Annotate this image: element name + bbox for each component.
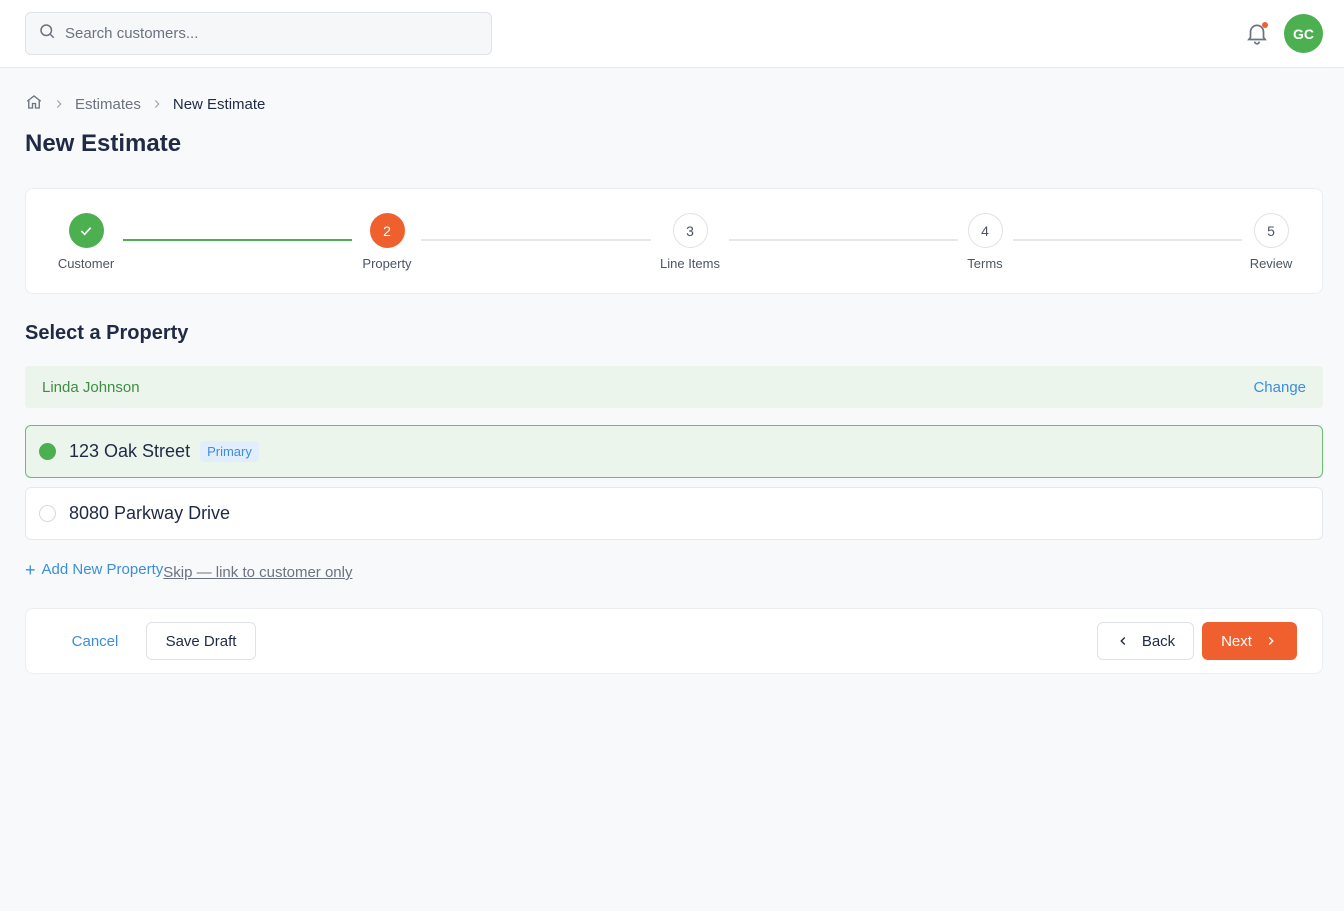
back-button[interactable]: Back [1097, 622, 1194, 660]
step-review[interactable]: 5 Review [1221, 213, 1321, 271]
page-title: New Estimate [25, 130, 182, 157]
chevron-right-icon [154, 100, 160, 108]
cancel-button[interactable]: Cancel [58, 622, 132, 660]
step-property[interactable]: 2 Property [337, 213, 437, 271]
step-terms[interactable]: 4 Terms [935, 213, 1035, 271]
step-number: 2 [369, 213, 405, 248]
radio-selected[interactable] [39, 443, 56, 460]
step-number: 3 [672, 213, 708, 248]
search-input[interactable] [65, 25, 465, 42]
next-label: Next [1221, 632, 1252, 650]
step-connector-2 [421, 239, 651, 241]
chevron-right-icon [1268, 637, 1274, 645]
plus-icon: + [25, 559, 36, 580]
step-connector-4 [1013, 239, 1242, 241]
top-bar: GC [0, 0, 1344, 68]
skip-link[interactable]: Skip — link to customer only [163, 564, 352, 581]
notification-bell-icon[interactable] [1244, 20, 1270, 46]
add-property-label: Add New Property [41, 561, 164, 578]
stepper: Customer 2 Property 3 Line Items 4 Terms… [25, 188, 1323, 294]
step-label: Customer [57, 256, 115, 271]
chevron-right-icon [56, 100, 62, 108]
step-customer[interactable]: Customer [36, 213, 136, 271]
step-number: 4 [967, 213, 1003, 248]
customer-name: Linda Johnson [42, 378, 140, 396]
property-actions: + Add New Property Skip — link to custom… [25, 558, 353, 582]
breadcrumb-estimates[interactable]: Estimates [75, 96, 141, 113]
step-connector-1 [123, 239, 352, 241]
breadcrumb-current: New Estimate [172, 95, 266, 113]
section-title: Select a Property [25, 322, 189, 344]
primary-badge: Primary [200, 441, 259, 462]
footer-actions: Cancel Save Draft Back Next [25, 608, 1323, 674]
step-connector-3 [729, 239, 958, 241]
next-button[interactable]: Next [1202, 622, 1297, 660]
selected-customer-bar: Linda Johnson Change [25, 366, 1323, 408]
save-draft-button[interactable]: Save Draft [146, 622, 256, 660]
add-new-property-button[interactable]: + Add New Property [25, 561, 163, 579]
avatar[interactable]: GC [1284, 14, 1323, 53]
change-customer-link[interactable]: Change [1253, 379, 1306, 396]
search-icon [38, 22, 56, 45]
property-option-1[interactable]: 123 Oak Street Primary [25, 425, 1323, 478]
property-address: 123 Oak Street [69, 441, 191, 461]
step-label: Terms [967, 256, 1003, 271]
chevron-left-icon [1120, 637, 1126, 645]
step-label: Line Items [660, 256, 720, 271]
step-label: Property [362, 256, 412, 271]
breadcrumb: Estimates New Estimate [25, 93, 265, 115]
property-address: 8080 Parkway Drive [69, 503, 231, 523]
home-icon[interactable] [25, 93, 43, 115]
step-label: Review [1249, 256, 1293, 271]
step-line-items[interactable]: 3 Line Items [640, 213, 740, 271]
back-label: Back [1141, 632, 1176, 650]
check-icon [68, 213, 104, 248]
search-box[interactable] [25, 12, 492, 55]
notification-dot [1262, 22, 1268, 28]
step-number: 5 [1253, 213, 1289, 248]
property-option-2[interactable]: 8080 Parkway Drive [25, 487, 1323, 540]
radio-unselected[interactable] [39, 505, 56, 522]
